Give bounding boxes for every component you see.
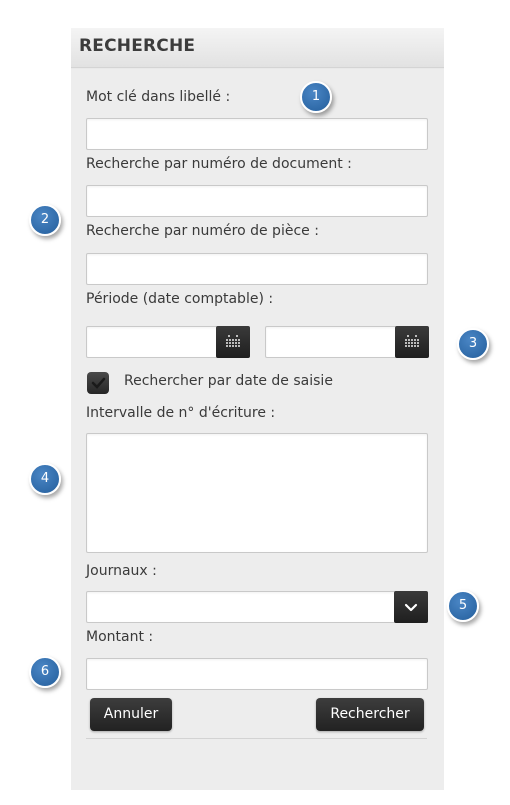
calendar-icon <box>226 335 240 347</box>
journals-dropdown-button[interactable] <box>394 591 428 623</box>
keyword-label: Mot clé dans libellé : <box>86 89 231 105</box>
callout-1: 1 <box>300 81 332 113</box>
callout-5: 5 <box>447 590 479 622</box>
divider <box>86 738 427 739</box>
period-label: Période (date comptable) : <box>86 291 274 307</box>
callout-3: 3 <box>457 328 489 360</box>
callout-2: 2 <box>29 204 61 236</box>
period-start-calendar-button[interactable] <box>216 326 250 358</box>
keyword-input[interactable] <box>86 118 428 150</box>
amount-label: Montant : <box>86 629 154 645</box>
entry-date-checkbox[interactable] <box>87 372 109 394</box>
entry-date-checkbox-label: Rechercher par date de saisie <box>124 373 333 389</box>
panel-header: RECHERCHE <box>71 28 444 68</box>
calendar-icon <box>405 335 419 347</box>
chevron-down-icon <box>404 603 418 612</box>
piece-number-input[interactable] <box>86 253 428 285</box>
period-end-calendar-button[interactable] <box>395 326 429 358</box>
journals-label: Journaux : <box>86 563 157 579</box>
piece-number-label: Recherche par numéro de pièce : <box>86 223 319 239</box>
document-number-label: Recherche par numéro de document : <box>86 156 352 172</box>
panel-title: RECHERCHE <box>79 36 196 56</box>
interval-textarea[interactable] <box>86 433 428 553</box>
checkmark-icon <box>91 377 106 389</box>
document-number-input[interactable] <box>86 185 428 217</box>
amount-input[interactable] <box>86 658 428 690</box>
callout-6: 6 <box>29 656 61 688</box>
interval-label: Intervalle de n° d'écriture : <box>86 405 276 421</box>
search-button[interactable]: Rechercher <box>316 698 424 731</box>
callout-4: 4 <box>29 463 61 495</box>
cancel-button[interactable]: Annuler <box>90 698 172 731</box>
journals-select[interactable] <box>86 591 428 623</box>
